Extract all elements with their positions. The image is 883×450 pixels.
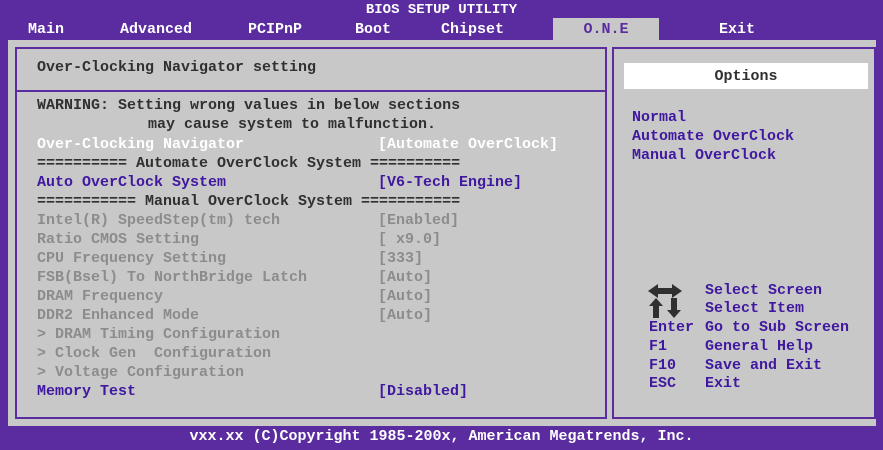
setting-dram-frequency-value: [Auto] <box>378 288 433 305</box>
tab-boot[interactable]: Boot <box>355 18 391 40</box>
help-f10-desc: Save and Exit <box>705 357 823 374</box>
tab-one[interactable]: O.N.E <box>553 18 659 40</box>
setting-cpu-frequency: CPU Frequency Setting <box>37 250 227 267</box>
setting-speedstep-value: [Enabled] <box>378 212 460 229</box>
setting-fsb-northbridge-latch-value: [Auto] <box>378 269 433 286</box>
tab-exit[interactable]: Exit <box>719 18 755 40</box>
setting-auto-overclock-system[interactable]: Auto OverClock System <box>37 173 226 192</box>
help-select-item: Select Item <box>705 300 805 317</box>
setting-overclocking-navigator[interactable]: Over-Clocking Navigator <box>37 135 244 154</box>
left-right-arrow-icon <box>648 284 682 298</box>
copyright-footer: vxx.xx (C)Copyright 1985-200x, American … <box>189 428 694 445</box>
help-esc-desc: Exit <box>705 375 742 392</box>
tab-advanced[interactable]: Advanced <box>120 18 192 40</box>
setting-overclocking-navigator-value[interactable]: [Automate OverClock] <box>378 135 558 154</box>
setting-ddr2-enhanced-mode: DDR2 Enhanced Mode <box>37 307 200 324</box>
header-divider <box>15 90 607 92</box>
tab-chipset[interactable]: Chipset <box>441 18 504 40</box>
window-title: BIOS SETUP UTILITY <box>365 2 518 18</box>
options-title: Options <box>624 63 868 89</box>
option-automate-overclock[interactable]: Automate OverClock <box>632 127 794 146</box>
up-down-arrow-icon <box>649 298 681 318</box>
setting-memory-test-value[interactable]: [Disabled] <box>378 382 468 401</box>
setting-speedstep: Intel(R) SpeedStep(tm) tech <box>37 212 281 229</box>
submenu-clock-gen: > Clock Gen Configuration <box>37 345 272 362</box>
help-esc-key: ESC <box>649 375 677 392</box>
tab-main[interactable]: Main <box>28 18 64 40</box>
tab-pcipnp[interactable]: PCIPnP <box>248 18 302 40</box>
help-f1-desc: General Help <box>705 338 814 355</box>
setting-memory-test[interactable]: Memory Test <box>37 382 136 401</box>
help-f1-key: F1 <box>649 338 668 355</box>
page-title: Over-Clocking Navigator setting <box>37 59 317 76</box>
option-manual-overclock[interactable]: Manual OverClock <box>632 146 776 165</box>
section-automate-overclock: ========== Automate OverClock System ===… <box>37 155 461 172</box>
setting-ratio-cmos: Ratio CMOS Setting <box>37 231 200 248</box>
section-manual-overclock: =========== Manual OverClock System ====… <box>37 193 461 210</box>
option-normal[interactable]: Normal <box>632 108 686 127</box>
setting-auto-overclock-system-value[interactable]: [V6-Tech Engine] <box>378 173 522 192</box>
setting-ratio-cmos-value: [ x9.0] <box>378 231 442 248</box>
setting-fsb-northbridge-latch: FSB(Bsel) To NorthBridge Latch <box>37 269 308 286</box>
submenu-voltage: > Voltage Configuration <box>37 364 245 381</box>
help-enter-desc: Go to Sub Screen <box>705 319 850 336</box>
help-select-screen: Select Screen <box>705 282 823 299</box>
help-f10-key: F10 <box>649 357 677 374</box>
help-enter-key: Enter <box>649 319 695 336</box>
warning-line-2: may cause system to malfunction. <box>148 116 437 133</box>
setting-dram-frequency: DRAM Frequency <box>37 288 164 305</box>
warning-line-1: WARNING: Setting wrong values in below s… <box>37 97 461 114</box>
menu-bar: Main Advanced PCIPnP Boot Chipset O.N.E … <box>0 18 883 40</box>
setting-cpu-frequency-value: [333] <box>378 250 424 267</box>
submenu-dram-timing: > DRAM Timing Configuration <box>37 326 281 343</box>
setting-ddr2-enhanced-mode-value: [Auto] <box>378 307 433 324</box>
